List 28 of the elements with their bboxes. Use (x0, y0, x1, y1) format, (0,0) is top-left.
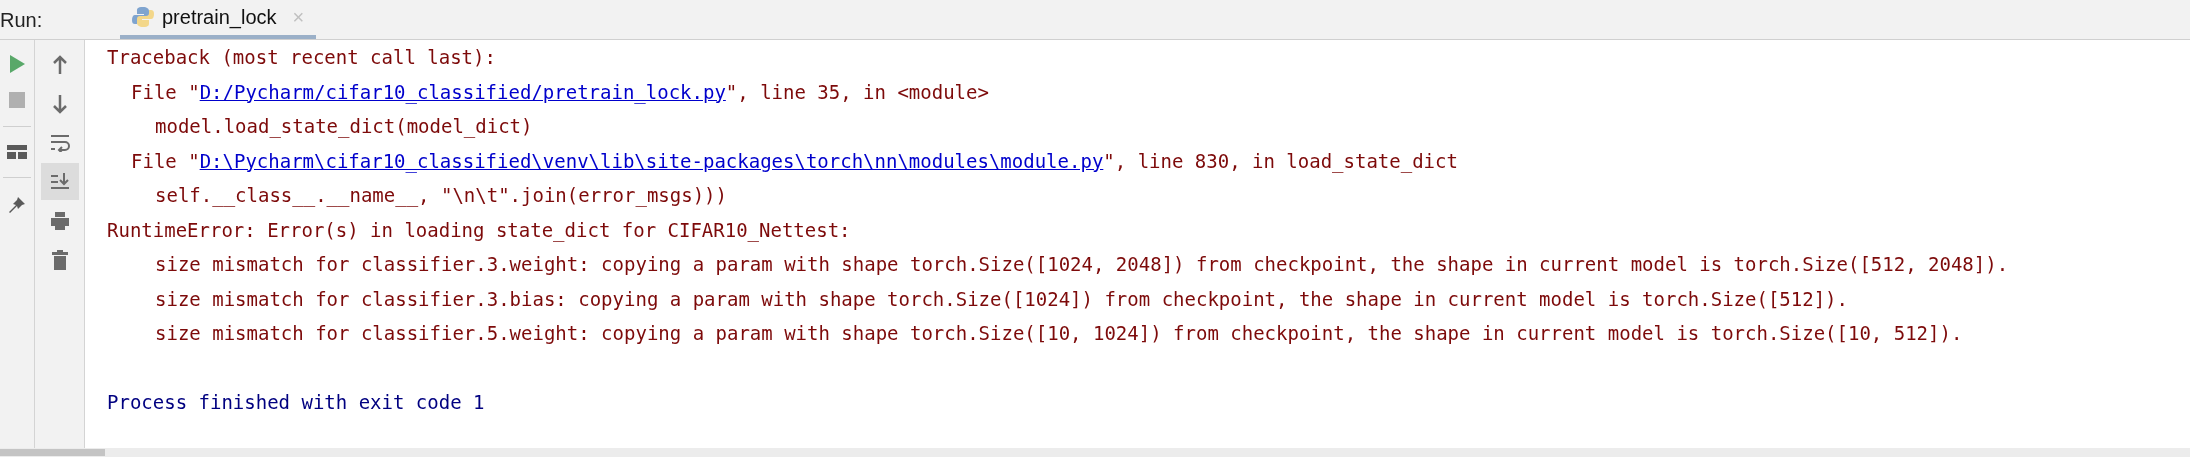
pin-icon[interactable] (8, 196, 26, 214)
console-text: size mismatch for classifier.3.bias: copying a param with shape torch.Size([1024]) from checkpoint, the shape in current model is torch.Size([512]). (155, 286, 1848, 312)
console-text: Traceback (most recent call last): (107, 45, 496, 70)
console-text: size mismatch for classifier.3.weight: copying a param with shape torch.Size([1024, 2048]) from checkpoint, the shape in current model is torch.Size([512, 2048]). (155, 252, 2009, 277)
arrow-down-icon (51, 93, 68, 114)
console-text: ", line 35, in <module> (725, 79, 989, 105)
arrow-up-icon (51, 54, 68, 75)
layout-icon[interactable] (7, 145, 27, 159)
scroll-to-end-icon (49, 171, 70, 192)
console-text: ", line 830, in load_state_dict (1103, 148, 1458, 175)
console-text: self.__class__.__name__, "\n\t".join(error_msgs))) (155, 183, 727, 209)
file-link[interactable]: D:/Pycharm/cifar10_classified/pretrain_lock.py (199, 77, 726, 106)
run-label: Run: (0, 7, 44, 33)
file-link[interactable]: D:\Pycharm\cifar10_classified\venv\lib\site-packages\torch\nn\modules\module.py (199, 146, 1104, 175)
console-text: File " (131, 79, 200, 105)
console-text: size mismatch for classifier.5.weight: copying a param with shape torch.Size([10, 1024]) from checkpoint, the shape in current model is torch.Size([10, 512]). (155, 321, 1963, 346)
console-text: RuntimeError: Error(s) in loading state_dict for CIFAR10_Nettest: (107, 217, 851, 244)
python-icon (132, 6, 154, 28)
tab-title: pretrain_lock (162, 5, 277, 31)
trash-icon (51, 249, 68, 270)
run-icon[interactable] (8, 54, 26, 74)
run-tab[interactable]: pretrain_lock × (120, 0, 317, 39)
exit-message: Process finished with exit code 1 (107, 390, 485, 415)
console-text: model.load_state_dict(model_dict) (155, 114, 533, 140)
console-text: File " (131, 148, 200, 174)
toolbar-button[interactable] (40, 163, 79, 200)
printer-icon (49, 210, 70, 231)
soft-wrap-icon (49, 133, 70, 152)
